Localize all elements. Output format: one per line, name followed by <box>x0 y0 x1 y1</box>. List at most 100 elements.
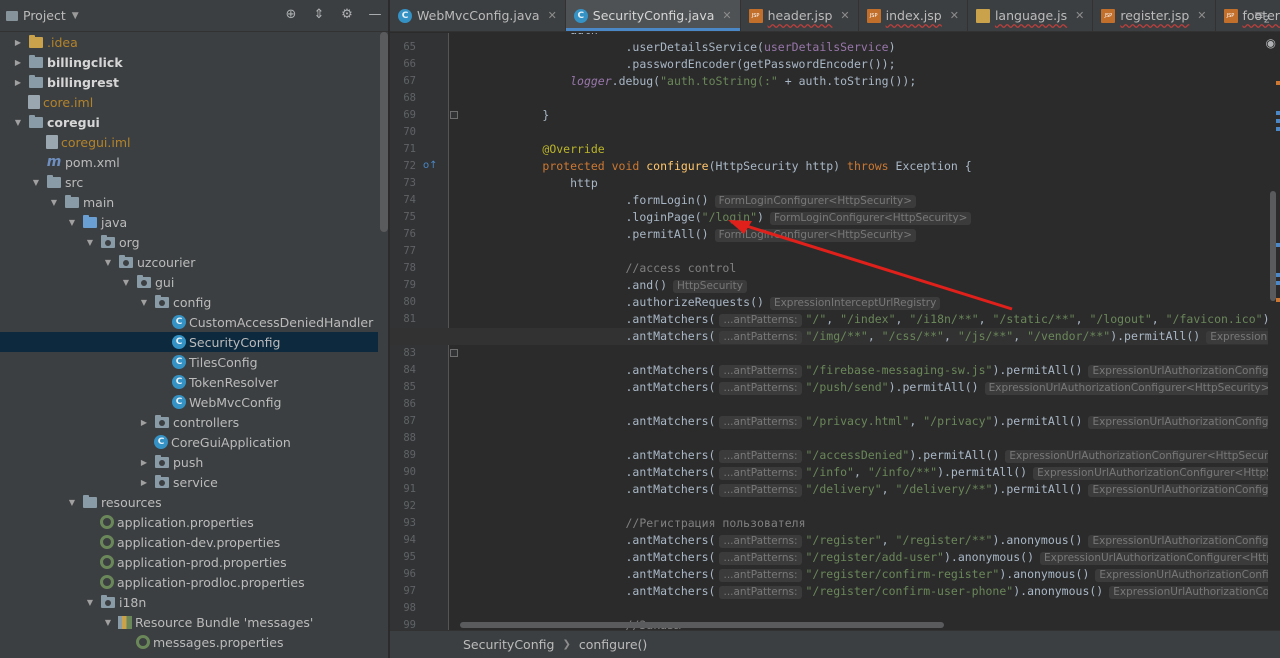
expand-arrow-icon[interactable]: ▼ <box>138 298 150 307</box>
code-line[interactable]: .userDetailsService(userDetailsService) <box>487 39 895 56</box>
chevron-down-icon[interactable]: ▼ <box>72 11 79 21</box>
breadcrumb-method[interactable]: configure() <box>579 637 647 652</box>
stripe-mark[interactable] <box>1276 111 1280 115</box>
tree-node[interactable]: ▼ i18n <box>0 592 378 612</box>
editor-tab[interactable]: language.js ✕ <box>968 0 1094 31</box>
collapse-arrow-icon[interactable]: ▶ <box>138 418 150 427</box>
expand-arrow-icon[interactable]: ▼ <box>120 278 132 287</box>
editor-tab[interactable]: JSP header.jsp ✕ <box>741 0 859 31</box>
tree-node[interactable]: ▼ main <box>0 192 378 212</box>
code-line[interactable]: } <box>487 107 549 124</box>
code-line[interactable]: .antMatchers(...antPatterns: "/accessDeni… <box>487 447 1280 464</box>
tree-node[interactable]: ▼ coregui <box>0 112 378 132</box>
tree-node[interactable]: ▼ uzcourier <box>0 252 378 272</box>
expand-arrow-icon[interactable]: ▼ <box>84 238 96 247</box>
tree-node[interactable]: ▼ java <box>0 212 378 232</box>
code-line[interactable]: .and() HttpSecurity <box>487 277 751 294</box>
code-line[interactable]: .permitAll() FormLoginConfigurer<HttpSecu… <box>487 226 920 243</box>
code-line[interactable]: //Регистрация пользователя <box>487 515 805 532</box>
tree-node[interactable]: application-prod.properties <box>0 552 378 572</box>
code-line[interactable]: .antMatchers(...antPatterns: "/", "/index… <box>487 311 1280 328</box>
stripe-mark[interactable] <box>1276 281 1280 285</box>
fold-marker[interactable] <box>450 349 458 357</box>
collapse-arrow-icon[interactable]: ▶ <box>12 78 24 87</box>
code-line[interactable]: @Override <box>487 141 604 158</box>
expand-arrow-icon[interactable]: ▼ <box>102 618 114 627</box>
close-icon[interactable]: ✕ <box>1075 9 1084 22</box>
error-stripe[interactable] <box>1268 33 1280 630</box>
code-line[interactable]: .antMatchers(...antPatterns: "/delivery",… <box>487 481 1280 498</box>
override-method-icon[interactable]: o↑ <box>423 160 438 171</box>
tree-node[interactable]: application-dev.properties <box>0 532 378 552</box>
code-line[interactable]: .antMatchers(...antPatterns: "/push/send"… <box>487 379 1280 396</box>
editor-horizontal-scrollbar[interactable] <box>460 622 944 628</box>
hide-panel-icon[interactable]: — <box>368 7 382 23</box>
tree-node[interactable]: C CustomAccessDeniedHandler <box>0 312 378 332</box>
tree-node[interactable]: core.iml <box>0 92 378 112</box>
tree-node[interactable]: ▶ controllers <box>0 412 378 432</box>
project-view-selector[interactable]: Project <box>23 8 66 23</box>
collapse-arrow-icon[interactable]: ▶ <box>138 478 150 487</box>
tree-node[interactable]: ▼ gui <box>0 272 378 292</box>
code-line[interactable]: .authorizeRequests() ExpressionInterceptU… <box>487 294 944 311</box>
close-icon[interactable]: ✕ <box>1197 9 1206 22</box>
tree-node[interactable]: C SecurityConfig <box>0 332 378 352</box>
tree-node[interactable]: ▼ org <box>0 232 378 252</box>
gear-icon[interactable]: ⚙ <box>340 7 354 23</box>
tree-node[interactable]: ▼ resources <box>0 492 378 512</box>
close-icon[interactable]: ✕ <box>722 9 731 22</box>
expand-arrow-icon[interactable]: ▼ <box>48 198 60 207</box>
editor-tab[interactable]: C SecurityConfig.java ✕ <box>565 0 741 31</box>
tree-node[interactable]: ▶ push <box>0 452 378 472</box>
tree-node[interactable]: ▼ config <box>0 292 378 312</box>
tree-node[interactable]: C WebMvcConfig <box>0 392 378 412</box>
tab-overflow-menu[interactable]: ≡2 <box>1254 8 1270 25</box>
collapse-arrow-icon[interactable]: ▶ <box>12 58 24 67</box>
tree-node[interactable]: ▶ billingrest <box>0 72 378 92</box>
expand-arrow-icon[interactable]: ▼ <box>30 178 42 187</box>
reader-mode-eye-icon[interactable]: ◉ <box>1266 36 1276 50</box>
locate-file-icon[interactable]: ⊕ <box>284 7 298 23</box>
tree-node[interactable]: application.properties <box>0 512 378 532</box>
editor-tab[interactable]: JSP index.jsp ✕ <box>859 0 968 31</box>
code-editor[interactable]: 6465666768697071727374757677787980818283… <box>390 33 1280 630</box>
expand-arrow-icon[interactable]: ▼ <box>66 218 78 227</box>
project-tree-scrollbar[interactable] <box>380 32 388 232</box>
stripe-mark[interactable] <box>1276 273 1280 277</box>
fold-marker[interactable] <box>450 111 458 119</box>
expand-arrow-icon[interactable]: ▼ <box>66 498 78 507</box>
code-line[interactable]: .antMatchers(...antPatterns: "/info", "/i… <box>487 464 1280 481</box>
tree-node[interactable]: C TokenResolver <box>0 372 378 392</box>
tree-node[interactable]: messages.properties <box>0 632 378 652</box>
code-line[interactable]: protected void configure(HttpSecurity ht… <box>487 158 971 175</box>
tree-node[interactable]: ▶ .idea <box>0 32 378 52</box>
expand-arrow-icon[interactable]: ▼ <box>12 118 24 127</box>
code-line[interactable]: .loginPage("/login") FormLoginConfigurer<… <box>487 209 975 226</box>
code-line[interactable]: .antMatchers(...antPatterns: "/img/**", "… <box>487 328 1280 345</box>
editor-tab[interactable]: JSP register.jsp ✕ <box>1093 0 1216 31</box>
code-line[interactable]: logger.debug("auth.toString(:" + auth.to… <box>487 73 916 90</box>
stripe-mark[interactable] <box>1276 127 1280 131</box>
editor-vertical-scrollbar[interactable] <box>1270 191 1276 301</box>
editor-tab[interactable]: JSPfooter.jsp✕ <box>1216 0 1280 31</box>
code-line[interactable]: .antMatchers(...antPatterns: "/register",… <box>487 532 1280 549</box>
code-line[interactable]: //access control <box>487 260 736 277</box>
tree-node[interactable]: coregui.iml <box>0 132 378 152</box>
collapse-all-icon[interactable]: ⇕ <box>312 7 326 23</box>
tree-node[interactable]: ▼ src <box>0 172 378 192</box>
breadcrumb-class[interactable]: SecurityConfig <box>463 637 554 652</box>
code-line[interactable]: .formLogin() FormLoginConfigurer<HttpSecu… <box>487 192 920 209</box>
tree-node[interactable]: C CoreGuiApplication <box>0 432 378 452</box>
stripe-mark[interactable] <box>1276 298 1280 302</box>
project-tree[interactable]: ▶ .idea ▶ billingclick ▶ billingrest core.iml ▼… <box>0 32 378 658</box>
close-icon[interactable]: ✕ <box>950 9 959 22</box>
stripe-mark[interactable] <box>1276 243 1280 247</box>
tree-node[interactable]: ▼ Resource Bundle 'messages' <box>0 612 378 632</box>
code-line[interactable]: .antMatchers(...antPatterns: "/firebase-m… <box>487 362 1280 379</box>
tree-node[interactable]: ▶ service <box>0 472 378 492</box>
editor-tab[interactable]: C WebMvcConfig.java ✕ <box>390 0 566 31</box>
collapse-arrow-icon[interactable]: ▶ <box>12 38 24 47</box>
close-icon[interactable]: ✕ <box>840 9 849 22</box>
stripe-mark[interactable] <box>1276 119 1280 123</box>
tree-node[interactable]: ▶ billingclick <box>0 52 378 72</box>
